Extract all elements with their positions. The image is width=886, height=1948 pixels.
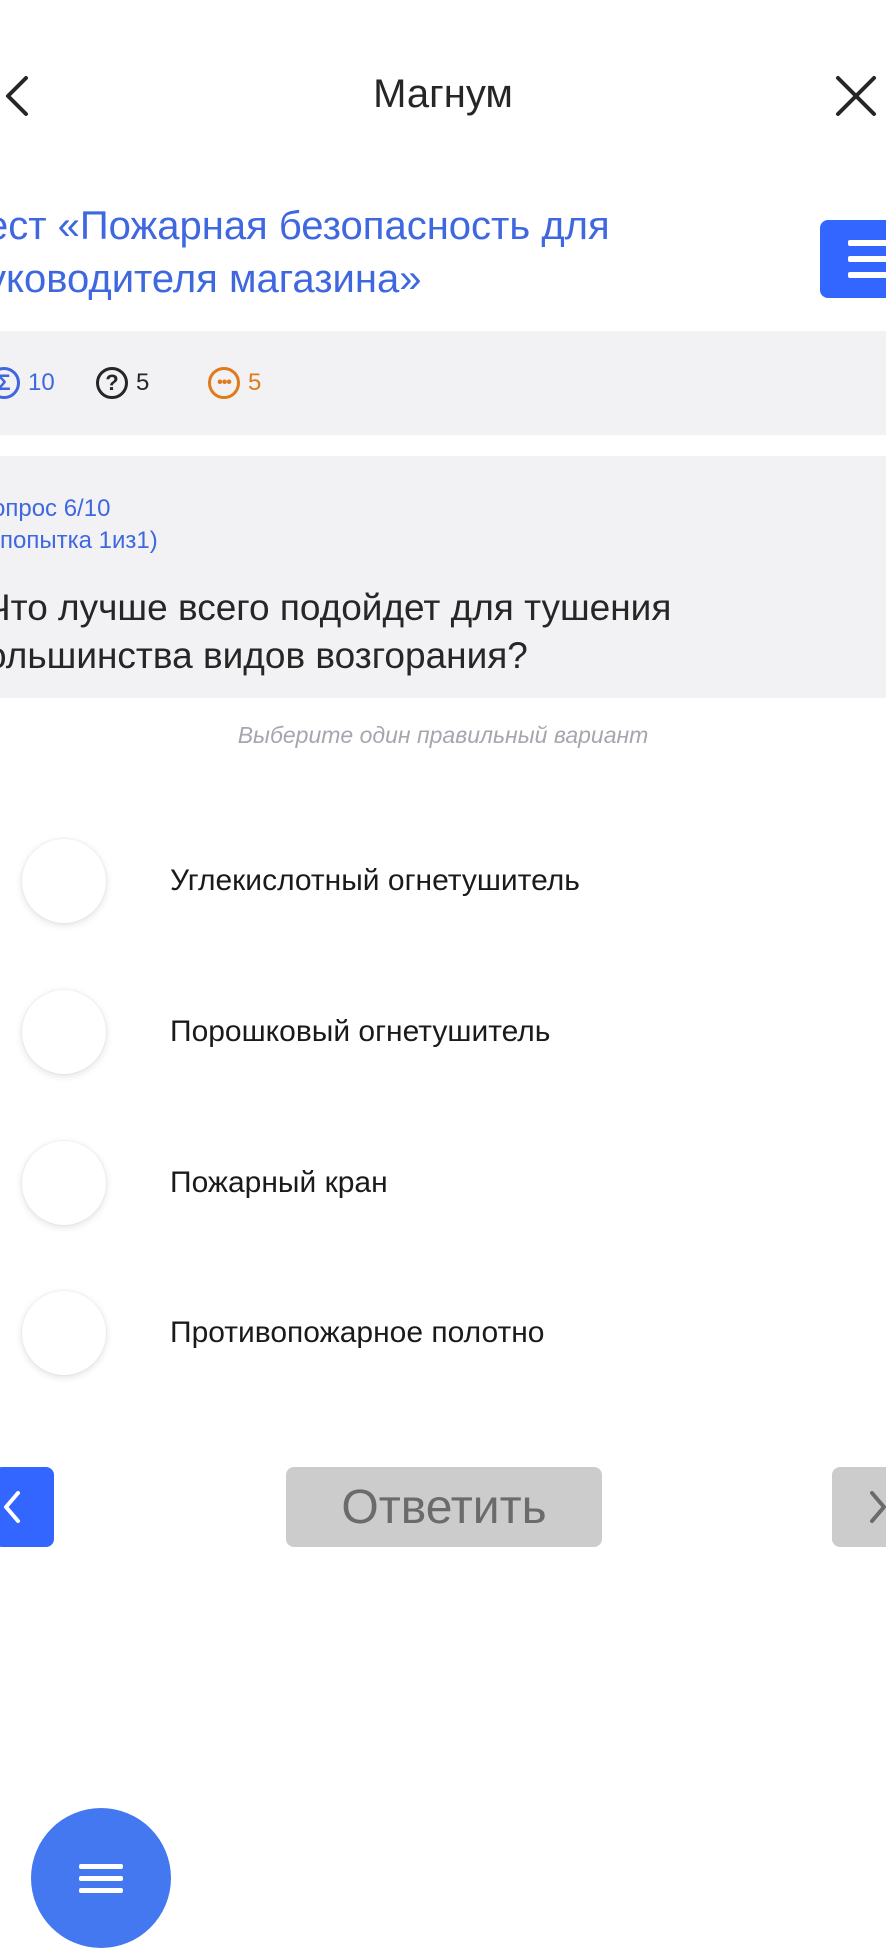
test-title: ест «Пожарная безопасность для уководите… — [0, 200, 800, 306]
close-icon — [836, 76, 876, 116]
stat-pending-value: 5 — [248, 369, 262, 396]
test-menu-button[interactable] — [820, 220, 886, 298]
stat-total-value: 10 — [28, 369, 55, 396]
app-title: Магнум — [373, 72, 513, 116]
option-label: Пожарный кран — [170, 1166, 388, 1199]
stat-questions-value: 5 — [136, 369, 150, 396]
sigma-icon: Σ — [0, 367, 20, 399]
radio-button[interactable] — [22, 990, 106, 1074]
test-title-line-2: уководителя магазина» — [0, 257, 422, 301]
stats-bar: Σ 10 ? 5 ••• 5 — [0, 331, 886, 435]
question-counter: опрос 6/10 — [0, 495, 111, 522]
option-label: Порошковый огнетушитель — [170, 1015, 551, 1048]
answer-option-3[interactable]: Пожарный кран — [0, 1128, 886, 1238]
answer-option-4[interactable]: Противопожарное полотно — [0, 1278, 886, 1388]
ellipsis-icon: ••• — [208, 367, 240, 399]
stat-questions: ? 5 — [96, 359, 149, 407]
radio-button[interactable] — [22, 1141, 106, 1225]
question-icon: ? — [96, 367, 128, 399]
radio-button[interactable] — [22, 839, 106, 923]
previous-question-button[interactable] — [0, 1467, 54, 1547]
stat-total: Σ 10 — [0, 359, 55, 407]
next-question-button[interactable] — [832, 1467, 886, 1547]
radio-button[interactable] — [22, 1291, 106, 1375]
instruction-hint: Выберите один правильный вариант — [237, 722, 649, 748]
answer-option-1[interactable]: Углекислотный огнетушитель — [0, 826, 886, 936]
option-label: Углекислотный огнетушитель — [170, 864, 580, 897]
question-text-line-1: Что лучше всего подойдет для тушения — [0, 587, 672, 628]
chevron-left-icon — [4, 1491, 20, 1523]
chevron-right-icon — [870, 1491, 886, 1523]
option-label: Противопожарное полотно — [170, 1316, 545, 1349]
floating-menu-button[interactable] — [31, 1808, 171, 1948]
stat-pending: ••• 5 — [208, 359, 261, 407]
question-block: опрос 6/10 (попытка 1из1) Что лучше всег… — [0, 456, 886, 698]
question-text: Что лучше всего подойдет для тушения оль… — [0, 584, 866, 680]
answer-button[interactable]: Ответить — [286, 1467, 602, 1547]
test-title-line-1: ест «Пожарная безопасность для — [0, 204, 610, 248]
question-attempt: (попытка 1из1) — [0, 527, 158, 554]
question-text-line-2: ольшинства видов возгорания? — [0, 635, 528, 676]
answer-option-2[interactable]: Порошковый огнетушитель — [0, 977, 886, 1087]
close-button[interactable] — [826, 60, 886, 130]
